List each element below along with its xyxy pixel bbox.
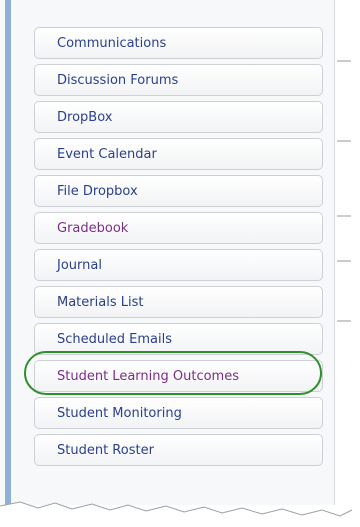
menu-item-event-calendar[interactable]: Event Calendar — [34, 138, 323, 170]
menu-item-student-learning-outcomes[interactable]: Student Learning Outcomes — [24, 351, 323, 395]
menu-item-label: Student Monitoring — [57, 405, 182, 421]
sidebar-panel: Communications Discussion Forums DropBox… — [0, 0, 353, 505]
menu-item-discussion-forums[interactable]: Discussion Forums — [34, 64, 323, 96]
tools-menu: Communications Discussion Forums DropBox… — [24, 27, 323, 471]
menu-item-dropbox[interactable]: DropBox — [34, 101, 323, 133]
menu-item-materials-list[interactable]: Materials List — [34, 286, 323, 318]
menu-item-file-dropbox[interactable]: File Dropbox — [34, 175, 323, 207]
divider — [337, 60, 351, 62]
torn-edge-decoration — [0, 501, 360, 527]
menu-item-student-monitoring[interactable]: Student Monitoring — [34, 397, 323, 429]
menu-item-label: Materials List — [57, 294, 144, 310]
menu-item-label: Communications — [57, 35, 167, 51]
menu-item-label: Student Learning Outcomes — [57, 368, 239, 384]
menu-item-label: Journal — [57, 257, 102, 273]
divider — [337, 260, 351, 262]
menu-item-label: Scheduled Emails — [57, 331, 172, 347]
menu-item-label: DropBox — [57, 109, 113, 125]
menu-item-scheduled-emails[interactable]: Scheduled Emails — [34, 323, 323, 355]
menu-item-label: Gradebook — [57, 220, 129, 236]
menu-item-label: Event Calendar — [57, 146, 157, 162]
divider — [337, 140, 351, 142]
menu-item-gradebook[interactable]: Gradebook — [34, 212, 323, 244]
menu-item-student-roster[interactable]: Student Roster — [34, 434, 323, 466]
menu-item-communications[interactable]: Communications — [34, 27, 323, 59]
menu-item-label: Discussion Forums — [57, 72, 179, 88]
menu-item-label: Student Roster — [57, 442, 154, 458]
divider — [337, 320, 351, 322]
divider — [337, 215, 351, 217]
content-edge-strip — [334, 0, 353, 505]
menu-item-label: File Dropbox — [57, 183, 138, 199]
menu-item-journal[interactable]: Journal — [34, 249, 323, 281]
sidebar-accent-bar — [5, 0, 11, 505]
